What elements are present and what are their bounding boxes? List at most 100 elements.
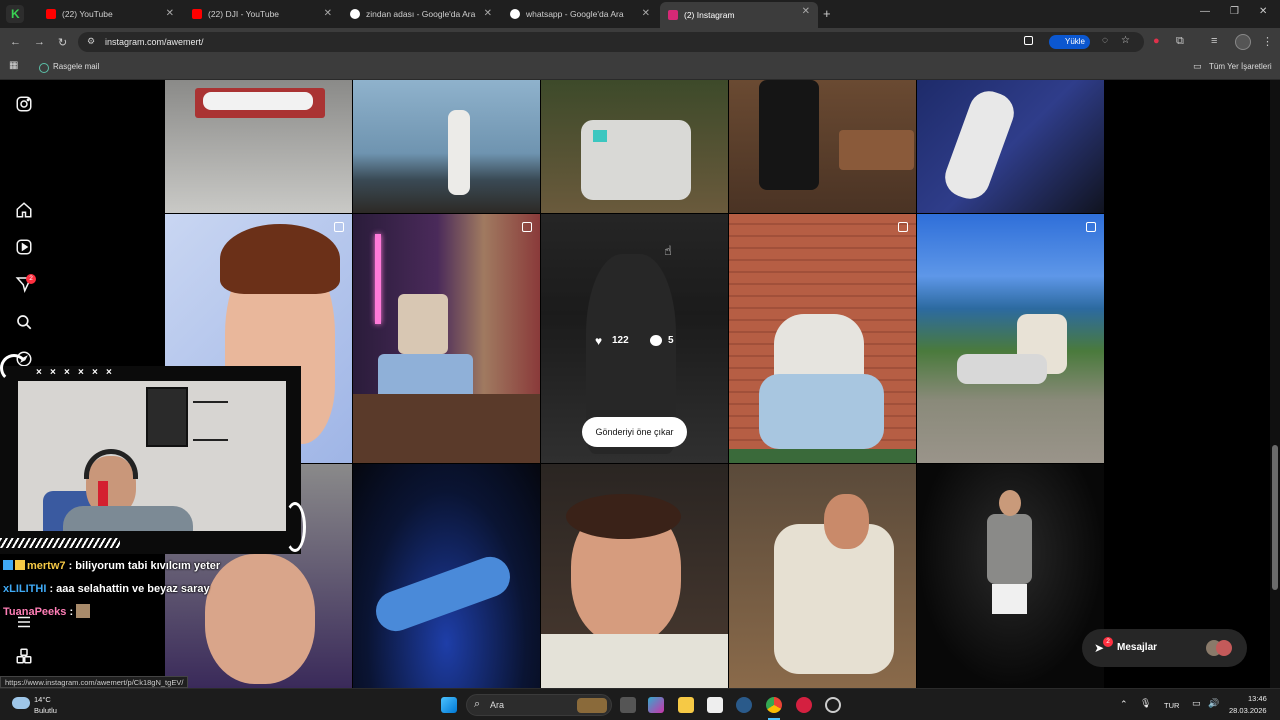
post-thumbnail[interactable] (917, 214, 1104, 463)
post-thumbnail[interactable] (729, 80, 916, 213)
more-menu-icon[interactable]: ⋮ (1262, 35, 1273, 48)
home-icon[interactable] (15, 201, 33, 219)
youtube-icon (192, 9, 202, 19)
clock-time[interactable]: 13:46 (1248, 694, 1267, 703)
scrollbar-thumb[interactable] (1272, 445, 1278, 590)
app-icon[interactable] (825, 697, 841, 713)
close-tab-icon[interactable]: ✕ (802, 6, 810, 17)
post-image (448, 110, 470, 195)
reload-icon[interactable]: ↻ (58, 36, 67, 49)
tab-title: whatsapp - Google'da Ara (526, 9, 624, 19)
post-image (759, 80, 819, 190)
close-tab-icon[interactable]: ✕ (642, 8, 650, 19)
post-thumbnail[interactable] (353, 214, 540, 463)
frame-corner-decoration (284, 502, 306, 552)
post-thumbnail[interactable] (165, 80, 352, 213)
eye-off-icon[interactable]: ◌ (1102, 35, 1108, 46)
extension-red-icon[interactable]: ● (1153, 35, 1160, 47)
forward-icon[interactable]: → (34, 36, 45, 48)
wall-shelf (193, 401, 228, 441)
reading-list-icon[interactable]: ≡ (1211, 35, 1217, 47)
avatar (1216, 640, 1232, 656)
post-image (939, 85, 1020, 205)
link-status-bar: https://www.instagram.com/awemert/p/Ck18… (0, 676, 189, 688)
tab-google-search-whatsapp[interactable]: whatsapp - Google'da Ara ✕ (502, 4, 658, 24)
post-image (992, 584, 1027, 614)
tab-google-search-zindan[interactable]: zindan adası - Google'da Ara ✕ (342, 4, 500, 24)
post-image (375, 234, 381, 324)
all-bookmarks[interactable]: Tüm Yer İşaretleri (1209, 62, 1272, 71)
chat-username: TuanaPeeks (3, 606, 67, 618)
post-image (205, 554, 315, 684)
tab-instagram[interactable]: (2) Instagram ✕ (660, 2, 818, 28)
minimize-icon[interactable]: — (1200, 6, 1210, 17)
volume-icon[interactable]: 🔊 (1208, 698, 1219, 709)
bookmark-star-icon[interactable]: ☆ (1121, 35, 1130, 46)
tab-dji-youtube[interactable]: (22) DJI - YouTube ✕ (184, 4, 340, 24)
address-bar[interactable]: ⚙ instagram.com/awemert/ Yükle ◌ ☆ (78, 32, 1144, 52)
headphones (84, 449, 138, 479)
chat-username: mertw7 (27, 560, 66, 572)
taskbar-search[interactable]: ⌕ Ara (466, 694, 612, 716)
widgets-icon[interactable] (648, 697, 664, 713)
post-thumbnail[interactable] (541, 80, 728, 213)
chrome-icon[interactable] (766, 697, 782, 713)
close-window-icon[interactable]: ✕ (1259, 6, 1267, 17)
url-text: instagram.com/awemert/ (105, 37, 204, 47)
opera-gx-icon[interactable] (796, 697, 812, 713)
task-view-icon[interactable] (620, 697, 636, 713)
close-tab-icon[interactable]: ✕ (484, 8, 492, 19)
new-tab-button[interactable]: + (823, 6, 831, 21)
upload-button[interactable]: Yükle (1048, 35, 1090, 49)
close-tab-icon[interactable]: ✕ (324, 8, 332, 19)
post-thumbnail[interactable] (353, 80, 540, 213)
back-icon[interactable]: ← (10, 36, 21, 48)
page-scrollbar[interactable] (1270, 80, 1280, 688)
close-tab-icon[interactable]: ✕ (166, 8, 174, 19)
search-highlight-image (577, 698, 607, 713)
post-thumbnail[interactable] (729, 214, 916, 463)
tray-overflow-icon[interactable]: ⌃ (1120, 699, 1128, 710)
bookmark-rasgele-mail[interactable]: Rasgele mail (53, 62, 99, 71)
restore-icon[interactable]: ❐ (1230, 6, 1239, 17)
tab-youtube[interactable]: (22) YouTube ✕ (38, 4, 182, 24)
post-image (987, 514, 1032, 584)
file-explorer-icon[interactable] (678, 697, 694, 713)
weather-icon[interactable] (12, 697, 30, 709)
upload-icon (1024, 36, 1033, 45)
meta-apps-icon[interactable] (15, 647, 33, 665)
profile-menu-icon[interactable]: K (6, 5, 24, 23)
search-label: Ara (490, 700, 505, 710)
microphone-icon[interactable]: 🎙 (1140, 698, 1151, 709)
post-thumbnail[interactable] (541, 464, 728, 688)
avatar[interactable] (1235, 34, 1251, 50)
chat-text: : aaa selahattin ve beyaz saray (46, 583, 210, 595)
post-thumbnail[interactable] (917, 80, 1104, 213)
post-image (541, 634, 728, 688)
apps-grid-icon[interactable]: ▦ (9, 60, 18, 71)
post-thumbnail[interactable] (729, 464, 916, 688)
tab-title: zindan adası - Google'da Ara (366, 9, 476, 19)
vip-badge-icon (15, 560, 25, 570)
site-info-icon[interactable]: ⚙ (87, 36, 95, 47)
chat-text: : (66, 606, 77, 618)
browser-toolbar: ← → ↻ ⚙ instagram.com/awemert/ Yükle ◌ ☆… (0, 28, 1280, 56)
post-thumbnail[interactable] (353, 464, 540, 688)
post-image (566, 494, 681, 539)
comment-icon (650, 335, 662, 346)
extensions-icon[interactable]: ⧉ (1176, 35, 1184, 48)
messages-drawer-button[interactable]: ➤ 2 Mesajlar (1082, 629, 1247, 667)
post-thumbnail[interactable] (917, 464, 1104, 688)
keyboard-language[interactable]: TUR (1164, 701, 1179, 710)
reels-icon[interactable] (15, 238, 33, 256)
steam-icon[interactable] (736, 697, 752, 713)
monitor-icon[interactable]: ▭ (1192, 698, 1201, 709)
store-icon[interactable] (707, 697, 723, 713)
start-icon[interactable] (441, 697, 457, 713)
sub-badge-icon (3, 560, 13, 570)
instagram-logo-icon[interactable] (15, 95, 33, 113)
search-icon[interactable] (15, 313, 33, 331)
pin-post-button[interactable]: Gönderiyi öne çıkar (582, 417, 687, 447)
clock-date[interactable]: 28.03.2026 (1229, 706, 1267, 715)
google-icon (510, 9, 520, 19)
